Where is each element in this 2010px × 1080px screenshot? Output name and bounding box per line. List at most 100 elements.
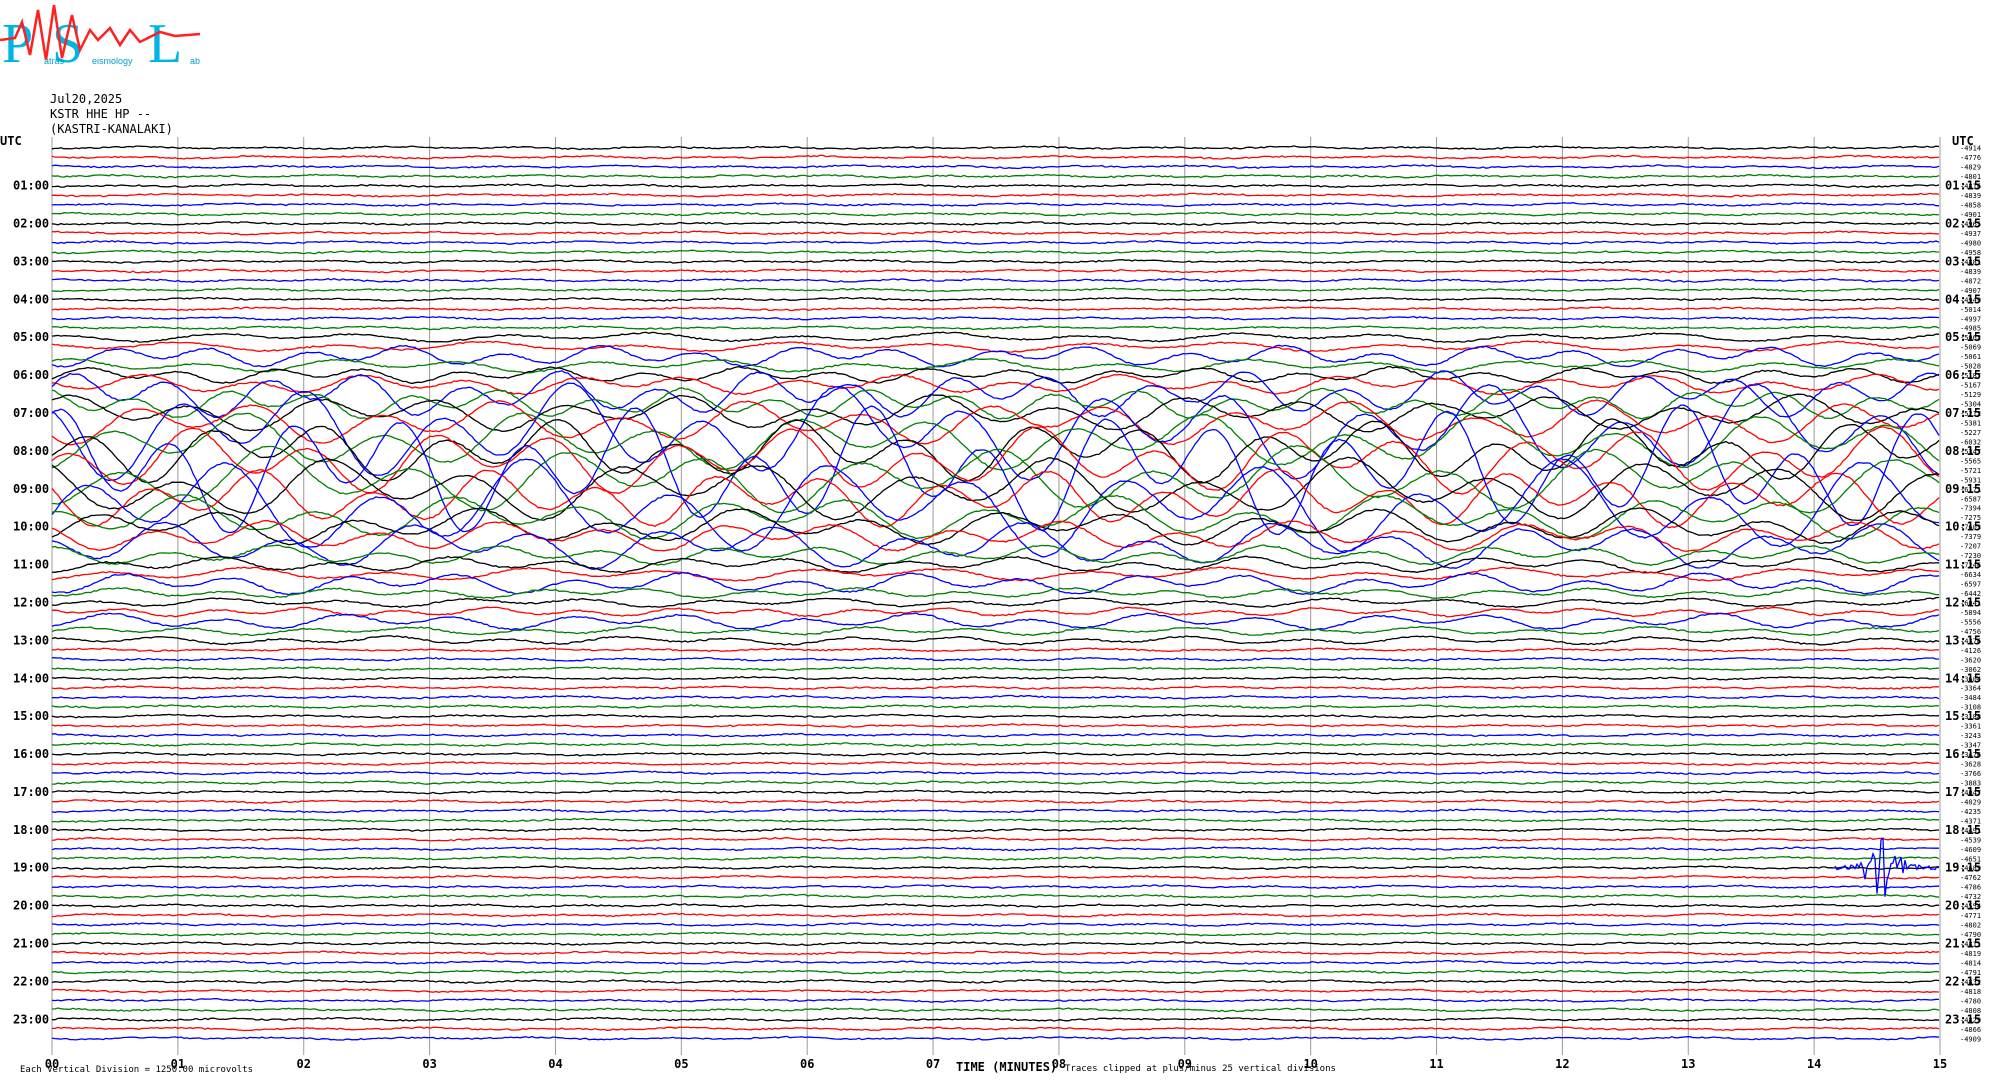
seismogram-trace [51, 732, 1940, 738]
hour-label-left: 05:00 [13, 330, 49, 344]
seismogram-trace [51, 950, 1940, 956]
trace-offset-value: -4029 [1960, 798, 1981, 806]
seismogram-trace [51, 770, 1940, 776]
hour-label-right: 05:15 [1945, 330, 1981, 344]
seismogram-trace [51, 836, 1940, 842]
hour-label-right: 20:15 [1945, 899, 1981, 913]
seismogram-trace [51, 799, 1940, 804]
trace-offset-value: -4937 [1960, 230, 1981, 238]
seismogram-trace [51, 751, 1940, 757]
seismogram-trace [51, 969, 1940, 975]
trace-offset-value: -4997 [1960, 315, 1981, 323]
seismogram-trace [51, 675, 1939, 681]
hour-label-left: 23:00 [13, 1012, 49, 1026]
trace-offset-value: -4126 [1960, 647, 1981, 655]
hour-label-left: 21:00 [13, 937, 49, 951]
trace-offset-value: -3484 [1960, 694, 1981, 702]
seismogram-trace [51, 154, 1940, 160]
hour-label-left: 12:00 [13, 595, 49, 609]
seismogram-trace [51, 418, 1940, 484]
seismogram-trace [52, 1026, 1940, 1032]
seismogram-trace [51, 258, 1940, 264]
seismogram-trace [51, 192, 1940, 198]
seismogram-trace [51, 315, 1940, 321]
seismogram-trace [51, 808, 1940, 814]
hour-label-right: 11:15 [1945, 558, 1981, 572]
trace-offset-value: -3620 [1960, 656, 1981, 664]
seismogram-trace [51, 566, 1940, 582]
seismogram-trace [51, 713, 1940, 719]
seismogram-trace [51, 761, 1940, 766]
vertical-division-note: Each Vertical Division = 1250.00 microvo… [20, 1065, 253, 1075]
x-tick-label: 07 [926, 1057, 940, 1071]
x-tick-label: 03 [422, 1057, 436, 1071]
trace-offset-value: -5556 [1960, 618, 1981, 626]
seismogram-trace [51, 268, 1940, 274]
seismogram-trace [51, 685, 1940, 691]
trace-offset-value: -6597 [1960, 581, 1981, 589]
trace-offset-value: -5894 [1960, 609, 1981, 617]
hour-label-right: 21:15 [1945, 937, 1981, 951]
seismogram-trace [51, 959, 1939, 965]
hour-label-right: 08:15 [1945, 444, 1981, 458]
hour-label-left: 04:00 [13, 292, 49, 306]
seismogram-trace [51, 340, 1939, 353]
hour-label-left: 06:00 [13, 368, 49, 382]
hour-label-right: 10:15 [1945, 520, 1981, 534]
hour-label-right: 22:15 [1945, 974, 1981, 988]
trace-offset-value: -4762 [1960, 874, 1981, 882]
x-tick-label: 11 [1429, 1057, 1443, 1071]
seismogram-trace [51, 596, 1940, 609]
trace-offset-value: -3243 [1960, 732, 1981, 740]
seismogram-trace [51, 249, 1940, 255]
trace-offset-value: -4780 [1960, 997, 1981, 1005]
seismogram-trace [51, 789, 1940, 795]
trace-offset-value: -5069 [1960, 344, 1981, 352]
hour-label-right: 04:15 [1945, 292, 1981, 306]
hour-label-right: 01:15 [1945, 179, 1981, 193]
trace-offset-value: -5167 [1960, 382, 1981, 390]
trace-offset-value: -6634 [1960, 571, 1981, 579]
hour-label-right: 15:15 [1945, 709, 1981, 723]
hour-label-left: 07:00 [13, 406, 49, 420]
seismogram-trace [51, 202, 1939, 208]
trace-offset-value: -4914 [1960, 145, 1981, 153]
seismogram-trace [51, 656, 1940, 662]
seismogram-trace [51, 306, 1940, 312]
x-tick-label: 05 [674, 1057, 688, 1071]
trace-offset-value: -6587 [1960, 495, 1981, 503]
trace-offset-value: -4235 [1960, 808, 1981, 816]
hour-label-right: 19:15 [1945, 861, 1981, 875]
seismogram-trace [51, 742, 1940, 747]
seismogram-trace [52, 903, 1940, 909]
seismogram-trace [51, 239, 1940, 245]
seismogram-trace [51, 296, 1940, 302]
seismogram-trace [51, 827, 1940, 833]
x-tick-label: 12 [1555, 1057, 1569, 1071]
seismogram-trace [51, 458, 1940, 558]
seismogram-trace [51, 855, 1940, 861]
seismogram-trace [51, 145, 1940, 151]
hour-label-left: 19:00 [13, 861, 49, 875]
trace-offset-value: -7207 [1960, 543, 1981, 551]
trace-offset-value: -5061 [1960, 353, 1981, 361]
trace-offset-value: -3628 [1960, 761, 1981, 769]
x-tick-label: 13 [1681, 1057, 1695, 1071]
hour-label-left: 11:00 [13, 558, 49, 572]
seismogram-trace [51, 704, 1940, 710]
seismogram-trace [51, 997, 1940, 1003]
seismogram-trace [51, 893, 1940, 899]
seismogram-trace [51, 922, 1940, 927]
x-tick-label: 06 [800, 1057, 814, 1071]
seismogram-trace [51, 931, 1940, 937]
x-tick-label: 15 [1933, 1057, 1947, 1071]
trace-offset-value: -4802 [1960, 922, 1981, 930]
seismogram-trace [52, 325, 1940, 331]
seismogram-trace [51, 941, 1940, 947]
trace-offset-value: -4839 [1960, 192, 1981, 200]
trace-offset-value: -4866 [1960, 1026, 1981, 1034]
seismogram-trace [51, 183, 1940, 189]
hour-label-left: 16:00 [13, 747, 49, 761]
seismogram-trace [51, 865, 1940, 871]
trace-offset-value: -4771 [1960, 912, 1981, 920]
